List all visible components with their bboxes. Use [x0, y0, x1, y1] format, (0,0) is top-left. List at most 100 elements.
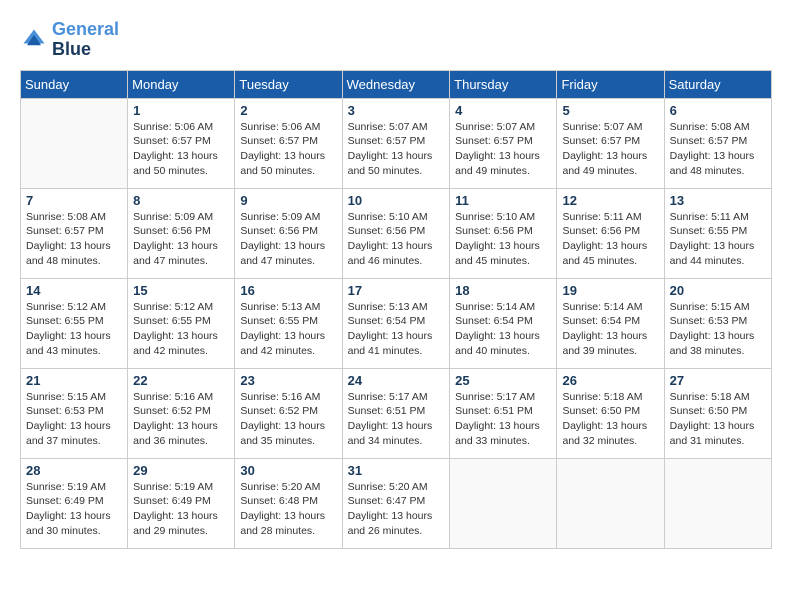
- day-cell: 24 Sunrise: 5:17 AMSunset: 6:51 PMDayligh…: [342, 368, 450, 458]
- day-info: Sunrise: 5:10 AMSunset: 6:56 PMDaylight:…: [455, 210, 551, 269]
- day-cell: 11 Sunrise: 5:10 AMSunset: 6:56 PMDayligh…: [450, 188, 557, 278]
- day-cell: 25 Sunrise: 5:17 AMSunset: 6:51 PMDayligh…: [450, 368, 557, 458]
- week-row-5: 28 Sunrise: 5:19 AMSunset: 6:49 PMDayligh…: [21, 458, 772, 548]
- day-cell: 15 Sunrise: 5:12 AMSunset: 6:55 PMDayligh…: [128, 278, 235, 368]
- weekday-header-tuesday: Tuesday: [235, 70, 342, 98]
- day-number: 21: [26, 373, 122, 388]
- day-info: Sunrise: 5:20 AMSunset: 6:47 PMDaylight:…: [348, 480, 445, 539]
- weekday-header-sunday: Sunday: [21, 70, 128, 98]
- week-row-1: 1 Sunrise: 5:06 AMSunset: 6:57 PMDaylight…: [21, 98, 772, 188]
- weekday-header-wednesday: Wednesday: [342, 70, 450, 98]
- day-info: Sunrise: 5:16 AMSunset: 6:52 PMDaylight:…: [133, 390, 229, 449]
- day-cell: 14Sunrise: 5:12 AMSunset: 6:55 PMDayligh…: [21, 278, 128, 368]
- day-info: Sunrise: 5:18 AMSunset: 6:50 PMDaylight:…: [670, 390, 766, 449]
- day-info: Sunrise: 5:12 AMSunset: 6:55 PMDaylight:…: [26, 300, 122, 359]
- day-number: 6: [670, 103, 766, 118]
- day-number: 24: [348, 373, 445, 388]
- day-number: 26: [562, 373, 658, 388]
- logo-icon: [20, 26, 48, 54]
- day-info: Sunrise: 5:18 AMSunset: 6:50 PMDaylight:…: [562, 390, 658, 449]
- day-info: Sunrise: 5:13 AMSunset: 6:54 PMDaylight:…: [348, 300, 445, 359]
- day-cell: 12 Sunrise: 5:11 AMSunset: 6:56 PMDayligh…: [557, 188, 664, 278]
- day-info: Sunrise: 5:17 AMSunset: 6:51 PMDaylight:…: [455, 390, 551, 449]
- weekday-header-row: SundayMondayTuesdayWednesdayThursdayFrid…: [21, 70, 772, 98]
- weekday-header-monday: Monday: [128, 70, 235, 98]
- weekday-header-thursday: Thursday: [450, 70, 557, 98]
- day-cell: 21Sunrise: 5:15 AMSunset: 6:53 PMDayligh…: [21, 368, 128, 458]
- day-info: Sunrise: 5:14 AMSunset: 6:54 PMDaylight:…: [562, 300, 658, 359]
- day-info: Sunrise: 5:13 AMSunset: 6:55 PMDaylight:…: [240, 300, 336, 359]
- day-info: Sunrise: 5:07 AMSunset: 6:57 PMDaylight:…: [455, 120, 551, 179]
- day-info: Sunrise: 5:17 AMSunset: 6:51 PMDaylight:…: [348, 390, 445, 449]
- day-cell: [557, 458, 664, 548]
- day-cell: 9 Sunrise: 5:09 AMSunset: 6:56 PMDaylight…: [235, 188, 342, 278]
- day-number: 9: [240, 193, 336, 208]
- day-cell: 20Sunrise: 5:15 AMSunset: 6:53 PMDayligh…: [664, 278, 771, 368]
- day-cell: 19 Sunrise: 5:14 AMSunset: 6:54 PMDayligh…: [557, 278, 664, 368]
- day-cell: 17 Sunrise: 5:13 AMSunset: 6:54 PMDayligh…: [342, 278, 450, 368]
- day-cell: 31 Sunrise: 5:20 AMSunset: 6:47 PMDayligh…: [342, 458, 450, 548]
- day-cell: 10 Sunrise: 5:10 AMSunset: 6:56 PMDayligh…: [342, 188, 450, 278]
- day-info: Sunrise: 5:09 AMSunset: 6:56 PMDaylight:…: [133, 210, 229, 269]
- day-cell: 7 Sunrise: 5:08 AMSunset: 6:57 PMDaylight…: [21, 188, 128, 278]
- calendar-table: SundayMondayTuesdayWednesdayThursdayFrid…: [20, 70, 772, 549]
- day-number: 11: [455, 193, 551, 208]
- day-number: 30: [240, 463, 336, 478]
- day-number: 4: [455, 103, 551, 118]
- day-number: 25: [455, 373, 551, 388]
- day-number: 7: [26, 193, 122, 208]
- day-cell: 3Sunrise: 5:07 AMSunset: 6:57 PMDaylight…: [342, 98, 450, 188]
- day-cell: 13Sunrise: 5:11 AMSunset: 6:55 PMDayligh…: [664, 188, 771, 278]
- day-cell: 16Sunrise: 5:13 AMSunset: 6:55 PMDayligh…: [235, 278, 342, 368]
- day-info: Sunrise: 5:11 AMSunset: 6:56 PMDaylight:…: [562, 210, 658, 269]
- day-info: Sunrise: 5:09 AMSunset: 6:56 PMDaylight:…: [240, 210, 336, 269]
- day-cell: [21, 98, 128, 188]
- day-info: Sunrise: 5:15 AMSunset: 6:53 PMDaylight:…: [670, 300, 766, 359]
- day-info: Sunrise: 5:11 AMSunset: 6:55 PMDaylight:…: [670, 210, 766, 269]
- day-number: 17: [348, 283, 445, 298]
- day-cell: 26 Sunrise: 5:18 AMSunset: 6:50 PMDayligh…: [557, 368, 664, 458]
- day-number: 19: [562, 283, 658, 298]
- day-number: 29: [133, 463, 229, 478]
- day-cell: 8 Sunrise: 5:09 AMSunset: 6:56 PMDaylight…: [128, 188, 235, 278]
- header: General Blue: [20, 20, 772, 60]
- day-number: 27: [670, 373, 766, 388]
- logo-text: General Blue: [52, 20, 119, 60]
- day-cell: 5 Sunrise: 5:07 AMSunset: 6:57 PMDaylight…: [557, 98, 664, 188]
- day-info: Sunrise: 5:07 AMSunset: 6:57 PMDaylight:…: [348, 120, 445, 179]
- day-cell: 23 Sunrise: 5:16 AMSunset: 6:52 PMDayligh…: [235, 368, 342, 458]
- week-row-2: 7 Sunrise: 5:08 AMSunset: 6:57 PMDaylight…: [21, 188, 772, 278]
- day-info: Sunrise: 5:10 AMSunset: 6:56 PMDaylight:…: [348, 210, 445, 269]
- day-info: Sunrise: 5:20 AMSunset: 6:48 PMDaylight:…: [240, 480, 336, 539]
- day-info: Sunrise: 5:06 AMSunset: 6:57 PMDaylight:…: [133, 120, 229, 179]
- week-row-4: 21Sunrise: 5:15 AMSunset: 6:53 PMDayligh…: [21, 368, 772, 458]
- day-info: Sunrise: 5:08 AMSunset: 6:57 PMDaylight:…: [670, 120, 766, 179]
- day-info: Sunrise: 5:16 AMSunset: 6:52 PMDaylight:…: [240, 390, 336, 449]
- day-number: 1: [133, 103, 229, 118]
- day-cell: 1 Sunrise: 5:06 AMSunset: 6:57 PMDaylight…: [128, 98, 235, 188]
- day-number: 10: [348, 193, 445, 208]
- weekday-header-saturday: Saturday: [664, 70, 771, 98]
- day-number: 5: [562, 103, 658, 118]
- day-info: Sunrise: 5:08 AMSunset: 6:57 PMDaylight:…: [26, 210, 122, 269]
- day-number: 23: [240, 373, 336, 388]
- weekday-header-friday: Friday: [557, 70, 664, 98]
- day-cell: 30 Sunrise: 5:20 AMSunset: 6:48 PMDayligh…: [235, 458, 342, 548]
- day-cell: 22 Sunrise: 5:16 AMSunset: 6:52 PMDayligh…: [128, 368, 235, 458]
- day-number: 15: [133, 283, 229, 298]
- logo: General Blue: [20, 20, 119, 60]
- day-number: 8: [133, 193, 229, 208]
- day-cell: 18Sunrise: 5:14 AMSunset: 6:54 PMDayligh…: [450, 278, 557, 368]
- week-row-3: 14Sunrise: 5:12 AMSunset: 6:55 PMDayligh…: [21, 278, 772, 368]
- day-number: 31: [348, 463, 445, 478]
- day-info: Sunrise: 5:12 AMSunset: 6:55 PMDaylight:…: [133, 300, 229, 359]
- day-number: 28: [26, 463, 122, 478]
- day-cell: 27 Sunrise: 5:18 AMSunset: 6:50 PMDayligh…: [664, 368, 771, 458]
- day-info: Sunrise: 5:19 AMSunset: 6:49 PMDaylight:…: [133, 480, 229, 539]
- day-info: Sunrise: 5:07 AMSunset: 6:57 PMDaylight:…: [562, 120, 658, 179]
- day-number: 22: [133, 373, 229, 388]
- day-cell: 28 Sunrise: 5:19 AMSunset: 6:49 PMDayligh…: [21, 458, 128, 548]
- day-info: Sunrise: 5:19 AMSunset: 6:49 PMDaylight:…: [26, 480, 122, 539]
- day-info: Sunrise: 5:14 AMSunset: 6:54 PMDaylight:…: [455, 300, 551, 359]
- day-number: 12: [562, 193, 658, 208]
